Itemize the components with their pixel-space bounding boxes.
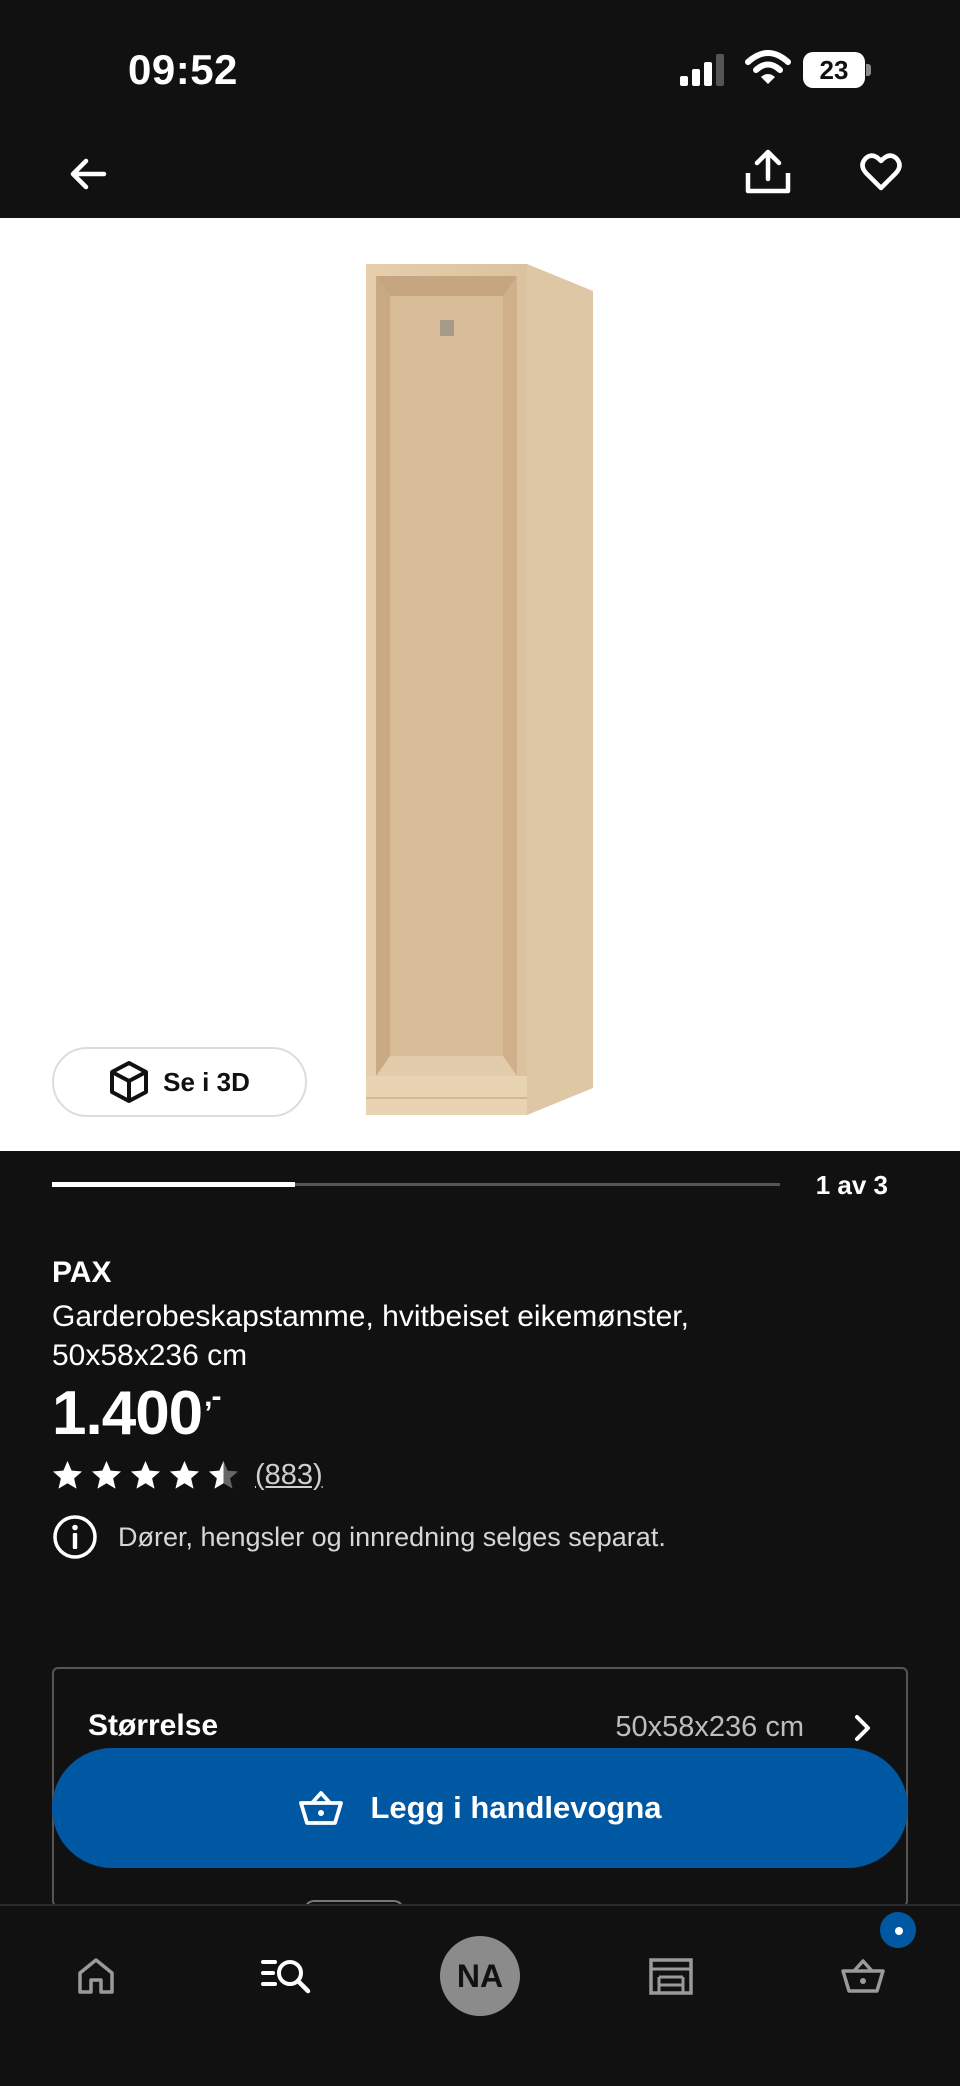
view-in-3d-label: Se i 3D [163,1066,250,1097]
review-count-link[interactable]: (883) [255,1459,323,1492]
tab-search[interactable] [247,1936,327,2016]
product-info-note: Dører, hengsler og innredning selges sep… [52,1514,666,1560]
battery-indicator: 23 [803,52,871,88]
cellular-signal-icon [680,54,724,86]
carousel-progress-fill [52,1182,295,1187]
product-image-wardrobe-frame [366,264,593,1115]
store-icon [649,1958,693,1995]
star-icon [209,1460,238,1489]
tab-home[interactable] [56,1936,136,2016]
product-price: 1.400,- [52,1378,222,1449]
chevron-right-icon[interactable] [850,1713,874,1743]
bottom-tab-bar: NA [0,1904,960,2086]
share-icon [745,149,791,194]
cart-badge [878,1910,918,1950]
top-nav-bar [0,140,960,218]
info-note-text: Dører, hengsler og innredning selges sep… [118,1521,666,1552]
star-icon [131,1460,160,1489]
home-icon [78,1958,114,1994]
carousel-counter: 1 av 3 [815,1170,888,1200]
tab-profile[interactable]: NA [440,1936,520,2016]
add-to-cart-label: Legg i handlevogna [370,1790,662,1825]
product-image-gallery[interactable]: Se i 3D [0,218,960,1151]
arrow-left-icon [70,158,107,190]
size-option-value[interactable]: 50x58x236 cm [54,1711,804,1744]
basket-icon [299,1791,344,1825]
info-icon [53,1515,97,1559]
view-in-3d-button[interactable]: Se i 3D [52,1047,307,1117]
wifi-icon [745,50,791,84]
battery-level: 23 [819,55,849,85]
profile-avatar: NA [440,1936,520,2016]
product-description: Garderobeskapstamme, hvitbeiset eikemøns… [52,1300,689,1372]
carousel-progress [52,1182,780,1187]
favorite-button[interactable] [856,146,906,198]
tab-stores[interactable] [631,1936,711,2016]
rating-stars [52,1460,239,1491]
basket-icon [841,1959,885,1993]
cube-3d-icon [110,1061,149,1103]
back-button[interactable] [62,148,114,200]
heart-icon [860,153,902,191]
star-icon [53,1460,82,1489]
price-value: 1.400 [52,1379,203,1448]
search-list-icon [261,1960,311,1994]
product-name: PAX [52,1256,112,1289]
star-icon [170,1460,199,1489]
price-suffix: ,- [204,1380,221,1413]
share-button[interactable] [742,144,794,200]
status-time: 09:52 [128,46,238,93]
add-to-cart-button[interactable]: Legg i handlevogna [52,1748,908,1868]
star-icon [92,1460,121,1489]
product-rating[interactable]: (883) [52,1458,323,1492]
status-bar: 09:52 23 [0,0,960,140]
